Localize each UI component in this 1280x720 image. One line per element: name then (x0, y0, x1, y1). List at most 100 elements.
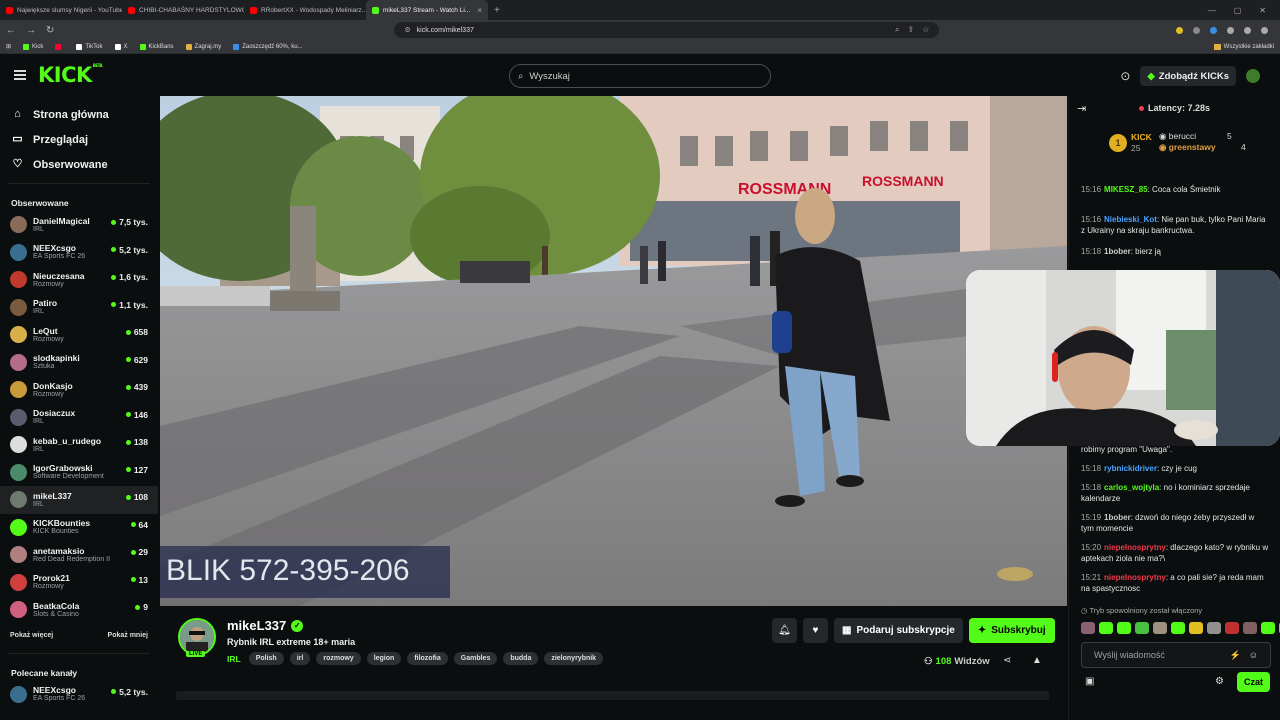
nav-browse[interactable]: ▭ Przeglądaj (0, 127, 158, 152)
emote-icon[interactable] (1153, 622, 1167, 634)
emote-icon[interactable] (1081, 622, 1095, 634)
bookmark[interactable]: Zagraj.my (185, 43, 221, 50)
channel-item[interactable]: kebab_u_rudego IRL 138 (0, 431, 158, 459)
nav-home[interactable]: ⌂ Strona główna (0, 102, 158, 127)
forward-icon[interactable]: → (26, 25, 36, 36)
tag-pill[interactable]: zielonyrybnik (544, 652, 604, 665)
bookmark[interactable]: Kick (23, 43, 43, 50)
chat-input[interactable]: Wyślij wiadomość ⚡ ☺ (1081, 642, 1271, 668)
tag-pill[interactable]: budda (503, 652, 539, 665)
all-bookmarks[interactable]: Wszystkie zakładki (1213, 43, 1274, 50)
emote-icon[interactable] (1225, 622, 1239, 634)
channel-item[interactable]: Patiro IRL 1,1 tys. (0, 294, 158, 322)
emote-icon[interactable] (1189, 622, 1203, 634)
message-username[interactable]: 1bober (1104, 247, 1131, 256)
message-username[interactable]: niepelnosprytny (1104, 543, 1166, 552)
close-tab-icon[interactable]: × (477, 6, 482, 15)
channel-item[interactable]: NEEXcsgo EA Sports FC 26 5,2 tys. (0, 239, 158, 267)
bookmark[interactable]: KickBans (139, 43, 174, 50)
message-username[interactable]: MIKESZ_85 (1104, 185, 1148, 194)
follow-heart-icon[interactable]: ♥ (803, 618, 828, 643)
show-more-button[interactable]: Pokaż więcej (10, 632, 53, 639)
bookmark[interactable] (55, 43, 64, 50)
channel-item[interactable]: mikeL337 IRL 108 (0, 486, 158, 514)
share-icon[interactable]: ⇪ (908, 25, 915, 35)
message-username[interactable]: Niebieski_Kot (1104, 215, 1157, 224)
bookmark[interactable]: TikTok (76, 43, 103, 50)
emote-icon[interactable] (1171, 622, 1185, 634)
send-chat-button[interactable]: Czat (1237, 672, 1271, 692)
gift-sub-button[interactable]: ▦ Podaruj subskrypcje (834, 618, 963, 643)
browser-tab[interactable]: RRobertXX - Wodospady Meliniarz...× (244, 0, 366, 20)
message-username[interactable]: rybnickidriver (1104, 464, 1157, 473)
bookmark[interactable]: X (114, 43, 128, 50)
kick-logo[interactable]: KICKBETA (38, 63, 103, 87)
channel-item[interactable]: Dosiaczux IRL 146 (0, 404, 158, 432)
channel-item[interactable]: LeQut Rozmowy 658 (0, 321, 158, 349)
channel-item[interactable]: slodkapinki Sztuka 629 (0, 349, 158, 377)
emoji-icon[interactable]: ☺ (1249, 650, 1258, 660)
channel-item[interactable]: IgorGrabowski Software Development 127 (0, 459, 158, 487)
star-icon[interactable]: ☆ (922, 25, 929, 35)
new-tab-icon[interactable]: + (494, 5, 500, 16)
menu-icon[interactable] (14, 68, 26, 82)
emote-icon[interactable] (1207, 622, 1221, 634)
show-less-button[interactable]: Pokaż mniej (108, 632, 148, 639)
message-username[interactable]: carlos_wojtyla (1104, 483, 1159, 492)
channel-item[interactable]: DanielMagical IRL 7,5 tys. (0, 211, 158, 239)
notifications-icon[interactable]: ⊙ (1120, 69, 1130, 83)
minimize-icon[interactable]: — (1208, 6, 1216, 15)
extension-icon[interactable] (1193, 26, 1200, 34)
browser-tab[interactable]: mikeL337 Stream - Watch Li... × (366, 0, 488, 20)
emote-icon[interactable] (1099, 622, 1113, 634)
search-input[interactable]: ⌕ Wyszukaj (509, 64, 771, 88)
channel-item[interactable]: Prorok21 Rozmowy 13 (0, 569, 158, 597)
nav-following[interactable]: ♡ Obserwowane (0, 152, 158, 177)
streamer-name[interactable]: mikeL337 (227, 618, 286, 633)
channel-item[interactable]: NEEXcsgo EA Sports FC 26 5,2 tys. (0, 681, 158, 709)
bookmark[interactable]: Zaoszczędź 60%, ku... (233, 43, 303, 50)
emote-icon[interactable] (1243, 622, 1257, 634)
extension-icon[interactable] (1210, 26, 1217, 34)
close-window-icon[interactable]: ✕ (1259, 6, 1266, 15)
emote-icon[interactable] (1117, 622, 1131, 634)
profile-icon[interactable] (1261, 26, 1268, 34)
browser-tab[interactable]: CHIBI-CHABAŚNY HARDSTYLOWO...× (122, 0, 244, 20)
site-info-icon[interactable]: ⚙ (404, 26, 410, 34)
bell-icon[interactable]: 🔔︎ (772, 618, 797, 643)
message-username[interactable]: niepelnosprytny (1104, 573, 1166, 582)
user-avatar[interactable] (1246, 69, 1260, 83)
url-field[interactable]: ⚙ kick.com/mikel337 ⌕ ⇪ ☆ (394, 22, 940, 38)
emote-icon[interactable] (1135, 622, 1149, 634)
extension-icon[interactable] (1244, 26, 1251, 34)
extension-icon[interactable] (1176, 26, 1183, 34)
back-icon[interactable]: ← (6, 25, 16, 36)
chat-settings-icon[interactable]: ⚙ (1215, 676, 1224, 687)
tag-pill[interactable]: rozmowy (316, 652, 361, 665)
message-username[interactable]: 1bober (1104, 513, 1131, 522)
collapse-chat-icon[interactable]: ⇥ (1077, 102, 1086, 115)
category-link[interactable]: IRL (227, 654, 241, 664)
share-stream-icon[interactable]: ⋖ (1003, 655, 1011, 666)
channel-item[interactable]: KICKBounties KICK Bounties 64 (0, 514, 158, 542)
zoom-icon[interactable]: ⌕ (895, 25, 899, 35)
channel-item[interactable]: DonKasjo Rozmowy 439 (0, 376, 158, 404)
reload-icon[interactable]: ↻ (46, 25, 54, 36)
chat-gift-icon[interactable]: ▣ (1085, 676, 1094, 687)
subscribe-button[interactable]: ✦ Subskrybuj (968, 618, 1055, 643)
maximize-icon[interactable]: ▢ (1234, 6, 1242, 15)
channel-item[interactable]: BeatkaCola Slots & Casino 9 (0, 596, 158, 624)
tag-pill[interactable]: irl (289, 652, 311, 665)
extension-icon[interactable] (1227, 26, 1234, 34)
report-icon[interactable]: ▲ (1032, 655, 1042, 666)
tag-pill[interactable]: Gambles (453, 652, 498, 665)
video-player[interactable]: ROSSMANN ROSSMANN BLIK 572-395-206 (160, 96, 1067, 606)
tag-pill[interactable]: Polish (248, 652, 284, 665)
browser-tab[interactable]: Największe slumsy Nigerii - YouTube× (0, 0, 122, 20)
channel-item[interactable]: Nieuczesana Rozmowy 1,6 tys. (0, 266, 158, 294)
get-kicks-button[interactable]: ◆ Zdobądź KICKs (1140, 66, 1236, 86)
tag-pill[interactable]: filozofia (407, 652, 448, 665)
emote-icon[interactable] (1261, 622, 1275, 634)
tag-pill[interactable]: legion (366, 652, 402, 665)
kick-emote-icon[interactable]: ⚡ (1230, 650, 1241, 661)
